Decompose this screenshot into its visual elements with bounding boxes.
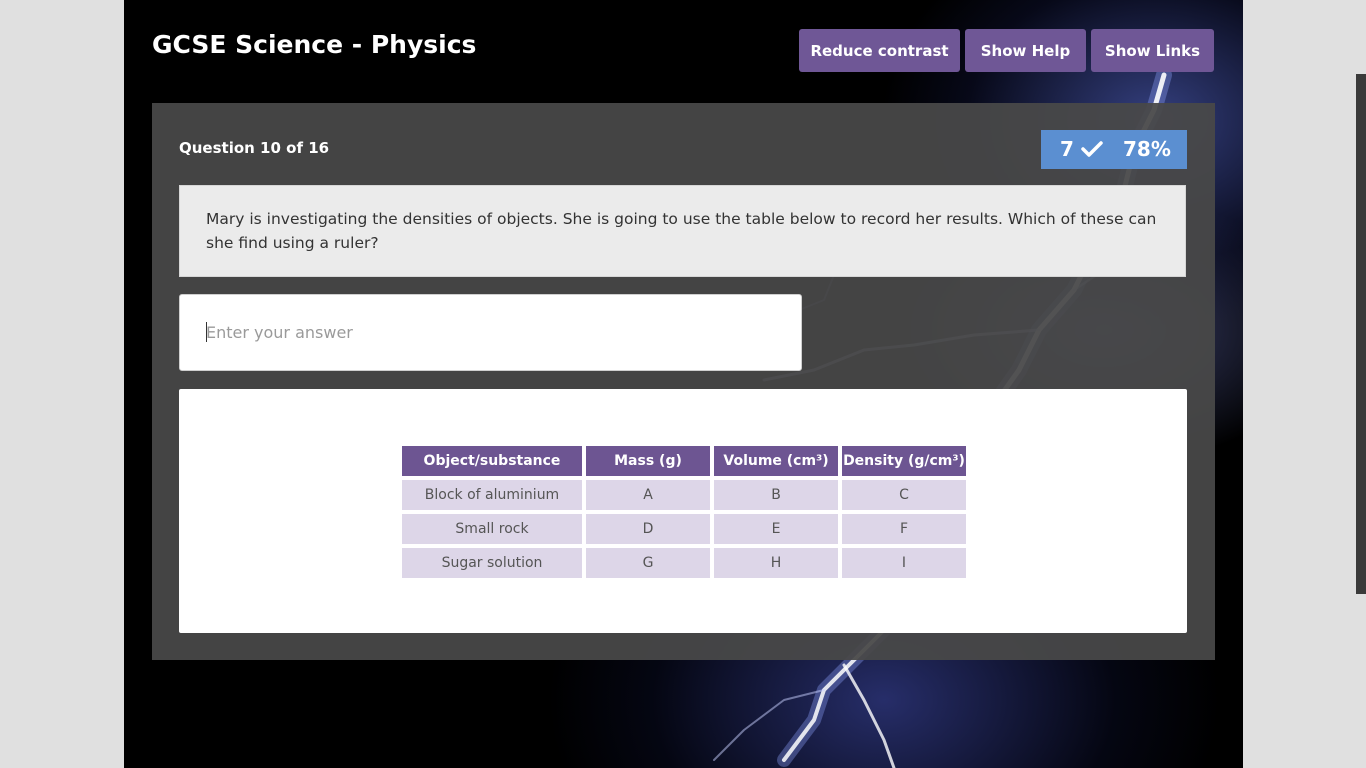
table-row: Sugar solution G H I	[402, 548, 966, 578]
table-cell: F	[842, 514, 966, 544]
table-row: Block of aluminium A B C	[402, 480, 966, 510]
table-cell: H	[714, 548, 838, 578]
table-header-cell: Mass (g)	[586, 446, 710, 476]
show-help-button[interactable]: Show Help	[965, 29, 1086, 72]
question-text: Mary is investigating the densities of o…	[206, 210, 1157, 252]
table-cell: E	[714, 514, 838, 544]
table-header-row: Object/substance Mass (g) Volume (cm³) D…	[402, 446, 966, 476]
show-links-button[interactable]: Show Links	[1091, 29, 1214, 72]
table-cell: Small rock	[402, 514, 582, 544]
table-card: Object/substance Mass (g) Volume (cm³) D…	[179, 389, 1187, 633]
table-header-cell: Density (g/cm³)	[842, 446, 966, 476]
table-cell: Block of aluminium	[402, 480, 582, 510]
question-card: Mary is investigating the densities of o…	[179, 185, 1186, 277]
score-percent: 78%	[1123, 137, 1171, 161]
table-header-cell: Object/substance	[402, 446, 582, 476]
question-progress: Question 10 of 16	[179, 139, 330, 157]
answer-input[interactable]	[179, 294, 802, 371]
app-title: GCSE Science - Physics	[152, 30, 477, 59]
reduce-contrast-button[interactable]: Reduce contrast	[799, 29, 960, 72]
question-panel: Question 10 of 16 7 78% Mary is investig…	[152, 103, 1215, 660]
page-scrollbar[interactable]	[1356, 74, 1366, 594]
table-cell: C	[842, 480, 966, 510]
table-header-cell: Volume (cm³)	[714, 446, 838, 476]
table-cell: A	[586, 480, 710, 510]
correct-count: 7	[1060, 137, 1074, 161]
app-background: GCSE Science - Physics Reduce contrast S…	[124, 0, 1243, 768]
text-cursor	[206, 322, 207, 342]
table-cell: I	[842, 548, 966, 578]
table-row: Small rock D E F	[402, 514, 966, 544]
table-cell: G	[586, 548, 710, 578]
table-cell: Sugar solution	[402, 548, 582, 578]
table-cell: B	[714, 480, 838, 510]
density-table: Object/substance Mass (g) Volume (cm³) D…	[398, 442, 970, 582]
table-cell: D	[586, 514, 710, 544]
score-badge: 7 78%	[1041, 130, 1187, 169]
check-icon	[1081, 141, 1103, 157]
